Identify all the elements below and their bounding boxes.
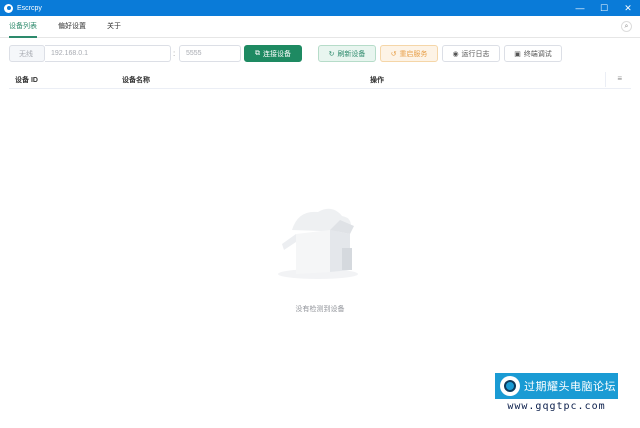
minimize-button[interactable]: — xyxy=(568,0,592,16)
column-divider xyxy=(605,72,606,87)
connect-device-label: 连接设备 xyxy=(263,50,291,58)
connect-device-button[interactable]: ⧉ 连接设备 xyxy=(244,45,302,62)
tab-preferences[interactable]: 偏好设置 xyxy=(58,16,86,38)
device-table-header: 设备 ID 设备名称 操作 ≡ xyxy=(9,70,631,89)
tab-device-list[interactable]: 设备列表 xyxy=(9,16,37,38)
column-device-name: 设备名称 xyxy=(122,77,150,84)
column-device-id: 设备 ID xyxy=(15,77,38,84)
link-icon: ⧉ xyxy=(255,49,260,57)
tab-about[interactable]: 关于 xyxy=(107,16,121,38)
maximize-button[interactable]: ☐ xyxy=(592,0,616,16)
watermark-logo-icon xyxy=(500,376,520,396)
restart-icon: ↺ xyxy=(390,50,397,58)
port-input[interactable]: 5555 xyxy=(179,45,241,62)
empty-box-icon xyxy=(278,208,358,279)
terminal-debug-label: 终端调试 xyxy=(523,50,552,58)
refresh-devices-label: 刷新设备 xyxy=(337,50,366,58)
watermark-url: www.gqgtpc.com xyxy=(507,401,606,412)
run-logs-button[interactable]: ◉ 运行日志 xyxy=(442,45,500,62)
refresh-devices-button[interactable]: ↻ 刷新设备 xyxy=(318,45,376,62)
main-tabs: 设备列表 偏好设置 关于 ⌕ xyxy=(0,16,640,38)
watermark-banner: 过期耀头电脑论坛 xyxy=(495,373,618,399)
app-logo-icon xyxy=(4,3,13,13)
terminal-icon: ▣ xyxy=(514,50,521,58)
ip-address-input[interactable]: 192.168.0.1 xyxy=(45,45,171,62)
toolbar: 无线 192.168.0.1 : 5555 ⧉ 连接设备 ↻ 刷新设备 ↺ 重启… xyxy=(0,38,640,70)
eye-icon: ◉ xyxy=(452,50,459,58)
empty-state-text: 没有检测到设备 xyxy=(295,306,345,313)
column-actions: 操作 xyxy=(370,77,384,84)
search-icon[interactable]: ⌕ xyxy=(621,21,632,32)
restart-service-label: 重启服务 xyxy=(399,50,428,58)
title-bar: Escrcpy — ☐ ✕ xyxy=(0,0,640,16)
connection-mode-label: 无线 xyxy=(9,45,45,62)
close-button[interactable]: ✕ xyxy=(616,0,640,16)
watermark-name: 过期耀头电脑论坛 xyxy=(524,381,616,393)
run-logs-label: 运行日志 xyxy=(461,50,490,58)
restart-service-button[interactable]: ↺ 重启服务 xyxy=(380,45,438,62)
window-title: Escrcpy xyxy=(17,4,42,12)
ip-port-separator: : xyxy=(173,49,176,58)
terminal-debug-button[interactable]: ▣ 终端调试 xyxy=(504,45,562,62)
refresh-icon: ↻ xyxy=(328,50,335,58)
menu-icon[interactable]: ≡ xyxy=(617,74,622,83)
window-controls: — ☐ ✕ xyxy=(568,0,640,16)
watermark: 过期耀头电脑论坛 www.gqgtpc.com xyxy=(495,373,618,416)
